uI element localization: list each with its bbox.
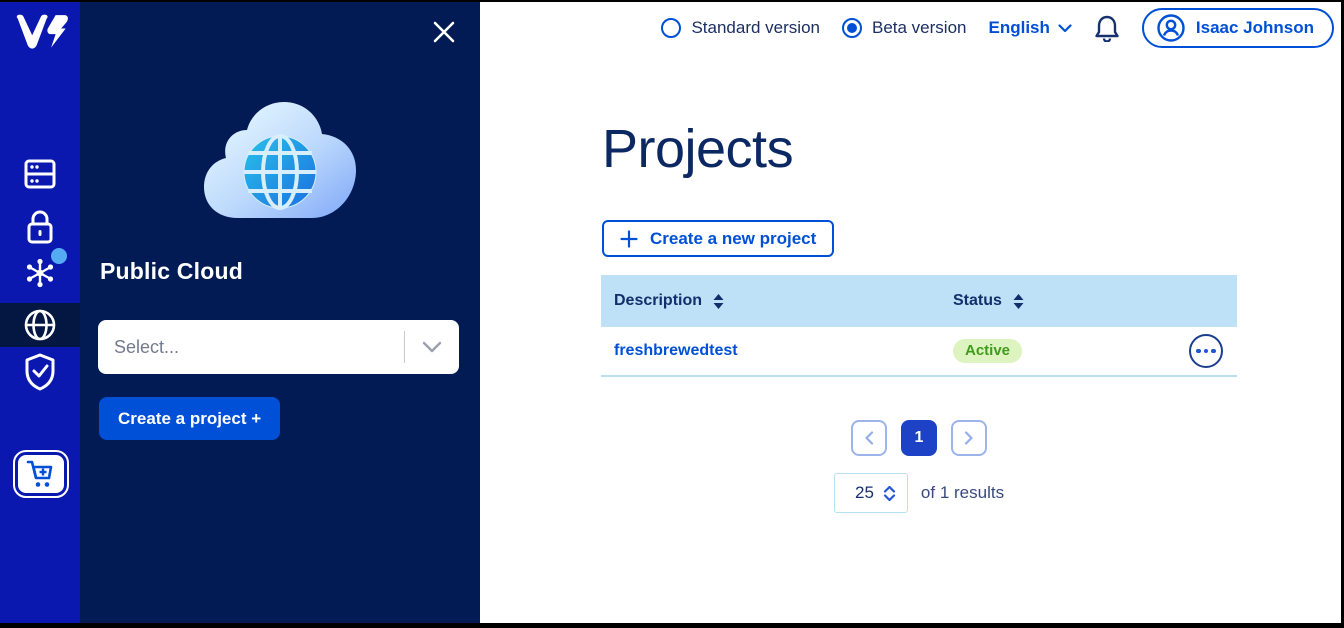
product-rail [0,2,80,623]
create-new-project-button[interactable]: Create a new project [602,220,834,257]
table-row: freshbrewedtest Active [601,327,1237,377]
standard-version-radio[interactable]: Standard version [661,18,820,38]
public-cloud-panel: Public Cloud Select... Create a project … [80,2,480,623]
project-select[interactable]: Select... [98,320,459,374]
user-name: Isaac Johnson [1196,18,1314,38]
cart-add-icon [25,459,57,489]
sidebar-item-network[interactable] [0,251,80,295]
user-avatar-icon [1156,13,1186,43]
page-size-select[interactable]: 25 [834,473,908,513]
plus-icon [620,230,638,248]
close-icon[interactable] [430,18,458,46]
radio-selected-icon [842,18,862,38]
radio-unselected-icon [661,18,681,38]
sidebar-item-private-cloud[interactable] [0,206,80,250]
column-header-status[interactable]: Status [953,292,1024,310]
sidebar-item-security[interactable] [0,350,80,394]
column-header-description[interactable]: Description [614,292,724,310]
page-size-row: 25 of 1 results [601,473,1237,513]
app-window: Public Cloud Select... Create a project … [0,0,1344,628]
stepper-icon [882,485,897,502]
results-count: of 1 results [921,483,1004,503]
user-menu-button[interactable]: Isaac Johnson [1142,8,1334,48]
select-placeholder: Select... [98,337,404,358]
previous-page-button[interactable] [851,420,887,456]
create-project-button[interactable]: Create a project + [99,397,280,440]
notifications-bell-icon[interactable] [1094,14,1120,42]
page-number-button[interactable]: 1 [901,420,937,456]
sidebar-item-public-cloud[interactable] [0,303,80,347]
sidebar-item-baremetal[interactable] [0,152,80,196]
table-header-row: Description Status [601,275,1237,327]
chevron-down-icon [1058,24,1072,33]
cloud-globe-illustration [200,90,360,228]
page-title: Projects [602,118,793,180]
status-badge: Active [953,339,1022,363]
sort-icon[interactable] [713,294,724,309]
next-page-button[interactable] [951,420,987,456]
chevron-left-icon [864,431,874,445]
sidebar-item-order[interactable] [13,450,69,498]
language-selector[interactable]: English [988,18,1071,38]
globe-icon [22,307,58,343]
pagination: 1 [601,420,1237,456]
sort-icon[interactable] [1013,294,1024,309]
main-content: Standard version Beta version English [480,2,1341,623]
top-bar: Standard version Beta version English [480,2,1341,54]
server-icon [23,158,57,190]
beta-version-radio[interactable]: Beta version [842,18,967,38]
chevron-right-icon [964,431,974,445]
chevron-down-icon [405,341,459,353]
ovhcloud-logo[interactable] [11,10,69,56]
notification-dot [51,248,67,264]
project-link[interactable]: freshbrewedtest [614,342,738,359]
projects-table: Description Status [601,275,1237,377]
shield-check-icon [23,352,57,392]
lock-icon [24,210,56,246]
row-actions-menu-button[interactable] [1189,334,1223,368]
product-title: Public Cloud [100,258,243,285]
